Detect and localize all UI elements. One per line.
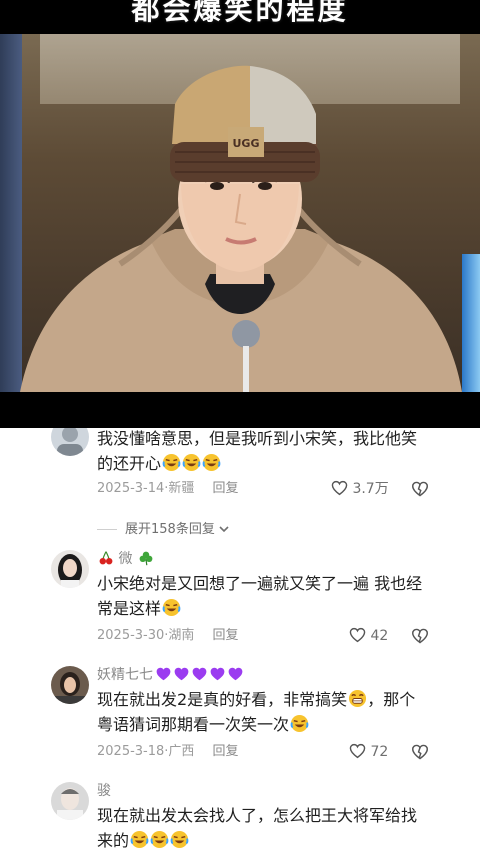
- comment-date: 2025-3-14: [97, 481, 165, 496]
- purple-heart-emoji: [174, 667, 189, 681]
- like-button[interactable]: 72: [349, 743, 388, 761]
- comment-location: 新疆: [168, 481, 195, 496]
- username[interactable]: 妖精七七: [97, 666, 243, 684]
- broken-heart-icon: [411, 744, 429, 760]
- comment-location: 广西: [168, 744, 195, 759]
- comment-text: 现在就出发2是真的好看，非常搞笑 ，那个粤语猜词那期看一次笑一次: [97, 687, 427, 737]
- heart-outline-icon: [331, 480, 348, 496]
- dislike-button[interactable]: [411, 480, 429, 498]
- reply-button[interactable]: 回复: [212, 628, 238, 643]
- hat-brand-label: UGG: [233, 137, 260, 150]
- reply-button[interactable]: 回复: [212, 481, 238, 496]
- comment-date: 2025-3-18: [97, 744, 165, 759]
- laugh-cry-emoji: [130, 830, 149, 849]
- purple-heart-emoji: [210, 667, 225, 681]
- heart-outline-icon: [349, 743, 366, 759]
- purple-heart-emoji: [192, 667, 207, 681]
- laugh-cry-emoji: [290, 714, 309, 733]
- purple-heart-emoji: [156, 667, 171, 681]
- person-illustration: UGG: [20, 65, 462, 392]
- avatar[interactable]: [51, 666, 89, 704]
- broken-heart-icon: [411, 481, 429, 497]
- comment-meta: 2025-3-18·广西 回复: [97, 744, 239, 759]
- like-button[interactable]: 42: [349, 627, 388, 645]
- username-text: 微: [118, 551, 133, 567]
- video-player[interactable]: 都会爆笑的程度 UGG: [0, 0, 480, 428]
- laugh-cry-emoji: [162, 598, 181, 617]
- comment-text: 小宋绝对是又回想了一遍就又笑了一遍 我也经常是这样: [97, 571, 427, 621]
- avatar[interactable]: [51, 428, 89, 456]
- comment-meta: 2025-3-14·新疆 回复: [97, 481, 239, 496]
- chevron-down-icon: [219, 526, 229, 533]
- comment-list[interactable]: 我没懂啥意思，但是我听到小宋笑，我比他笑的还开心 2025-3-14·新疆 回复 …: [0, 428, 480, 853]
- divider: [97, 529, 117, 530]
- comment-text: 我没懂啥意思，但是我听到小宋笑，我比他笑的还开心: [97, 428, 427, 476]
- expand-replies-button[interactable]: 展开158条回复: [97, 518, 229, 537]
- comment-text-body: 小宋绝对是又回想了一遍就又笑了一遍 我也经常是这样: [97, 574, 423, 618]
- broken-heart-icon: [411, 628, 429, 644]
- laugh-cry-emoji: [150, 830, 169, 849]
- comment-date: 2025-3-30: [97, 628, 165, 643]
- dislike-button[interactable]: [411, 743, 429, 761]
- reply-button[interactable]: 回复: [212, 744, 238, 759]
- video-bottom-bar: [0, 392, 480, 428]
- comment-text-body: 我没懂啥意思，但是我听到小宋笑，我比他笑的还开心: [97, 429, 418, 473]
- like-count: 3.7万: [352, 481, 389, 497]
- comment-text-part1: 现在就出发2是真的好看，非常搞笑: [97, 690, 348, 709]
- avatar[interactable]: [51, 782, 89, 820]
- cherry-emoji: [99, 551, 113, 565]
- laugh-cry-emoji: [162, 453, 181, 472]
- dislike-button[interactable]: [411, 627, 429, 645]
- username-text: 妖精七七: [97, 667, 153, 683]
- heart-outline-icon: [349, 627, 366, 643]
- laugh-cry-emoji: [182, 453, 201, 472]
- clover-emoji: [139, 551, 153, 566]
- username-text: 骏: [97, 783, 111, 799]
- video-frame: UGG: [0, 34, 480, 392]
- laugh-cry-emoji: [170, 830, 189, 849]
- username[interactable]: 微: [97, 550, 154, 568]
- laugh-cry-emoji: [202, 453, 221, 472]
- comment-meta: 2025-3-30·湖南 回复: [97, 628, 239, 643]
- expand-replies-label: 展开158条回复: [125, 522, 215, 537]
- avatar[interactable]: [51, 550, 89, 588]
- like-button[interactable]: 3.7万: [331, 480, 389, 498]
- like-count: 72: [370, 744, 389, 760]
- comment-location: 湖南: [168, 628, 195, 643]
- comment-text: 现在就出发太会找人了，怎么把王大将军给找来的: [97, 803, 427, 853]
- grin-emoji: [349, 689, 367, 708]
- username[interactable]: 骏: [97, 782, 111, 800]
- video-caption: 都会爆笑的程度: [131, 0, 349, 26]
- purple-heart-emoji: [228, 667, 243, 681]
- like-count: 42: [370, 628, 389, 644]
